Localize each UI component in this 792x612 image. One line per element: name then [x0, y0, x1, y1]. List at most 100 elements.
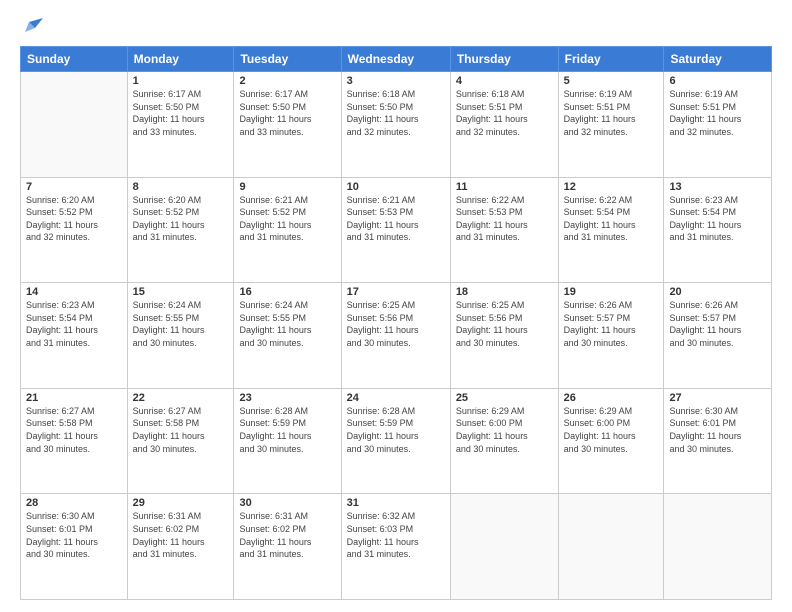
calendar-cell: 7Sunrise: 6:20 AMSunset: 5:52 PMDaylight… — [21, 177, 128, 283]
day-number: 11 — [456, 181, 553, 193]
day-number: 5 — [564, 75, 659, 87]
day-number: 30 — [239, 497, 335, 509]
day-info: Sunrise: 6:27 AMSunset: 5:58 PMDaylight:… — [133, 405, 229, 455]
day-info: Sunrise: 6:27 AMSunset: 5:58 PMDaylight:… — [26, 405, 122, 455]
day-info: Sunrise: 6:17 AMSunset: 5:50 PMDaylight:… — [133, 88, 229, 138]
calendar-header-saturday: Saturday — [664, 47, 772, 72]
day-info: Sunrise: 6:29 AMSunset: 6:00 PMDaylight:… — [564, 405, 659, 455]
day-number: 20 — [669, 286, 766, 298]
calendar-cell: 8Sunrise: 6:20 AMSunset: 5:52 PMDaylight… — [127, 177, 234, 283]
calendar-cell: 4Sunrise: 6:18 AMSunset: 5:51 PMDaylight… — [450, 72, 558, 178]
calendar-cell: 10Sunrise: 6:21 AMSunset: 5:53 PMDayligh… — [341, 177, 450, 283]
day-number: 13 — [669, 181, 766, 193]
calendar-cell: 11Sunrise: 6:22 AMSunset: 5:53 PMDayligh… — [450, 177, 558, 283]
day-number: 31 — [347, 497, 445, 509]
calendar-cell: 14Sunrise: 6:23 AMSunset: 5:54 PMDayligh… — [21, 283, 128, 389]
day-info: Sunrise: 6:21 AMSunset: 5:52 PMDaylight:… — [239, 194, 335, 244]
calendar-cell: 12Sunrise: 6:22 AMSunset: 5:54 PMDayligh… — [558, 177, 664, 283]
day-number: 2 — [239, 75, 335, 87]
calendar-cell: 22Sunrise: 6:27 AMSunset: 5:58 PMDayligh… — [127, 388, 234, 494]
calendar-cell — [21, 72, 128, 178]
day-info: Sunrise: 6:24 AMSunset: 5:55 PMDaylight:… — [133, 299, 229, 349]
day-info: Sunrise: 6:19 AMSunset: 5:51 PMDaylight:… — [669, 88, 766, 138]
calendar-header-tuesday: Tuesday — [234, 47, 341, 72]
calendar-header-wednesday: Wednesday — [341, 47, 450, 72]
calendar-cell: 28Sunrise: 6:30 AMSunset: 6:01 PMDayligh… — [21, 494, 128, 600]
day-number: 22 — [133, 392, 229, 404]
day-info: Sunrise: 6:19 AMSunset: 5:51 PMDaylight:… — [564, 88, 659, 138]
calendar-cell: 15Sunrise: 6:24 AMSunset: 5:55 PMDayligh… — [127, 283, 234, 389]
calendar-cell: 30Sunrise: 6:31 AMSunset: 6:02 PMDayligh… — [234, 494, 341, 600]
logo — [20, 18, 44, 36]
calendar-week-1: 1Sunrise: 6:17 AMSunset: 5:50 PMDaylight… — [21, 72, 772, 178]
day-info: Sunrise: 6:31 AMSunset: 6:02 PMDaylight:… — [133, 510, 229, 560]
calendar-body: 1Sunrise: 6:17 AMSunset: 5:50 PMDaylight… — [21, 72, 772, 600]
calendar-table: SundayMondayTuesdayWednesdayThursdayFrid… — [20, 46, 772, 600]
day-info: Sunrise: 6:26 AMSunset: 5:57 PMDaylight:… — [669, 299, 766, 349]
day-info: Sunrise: 6:17 AMSunset: 5:50 PMDaylight:… — [239, 88, 335, 138]
day-info: Sunrise: 6:22 AMSunset: 5:54 PMDaylight:… — [564, 194, 659, 244]
calendar-header-sunday: Sunday — [21, 47, 128, 72]
day-number: 17 — [347, 286, 445, 298]
day-info: Sunrise: 6:20 AMSunset: 5:52 PMDaylight:… — [26, 194, 122, 244]
calendar-cell — [664, 494, 772, 600]
day-number: 7 — [26, 181, 122, 193]
calendar-week-5: 28Sunrise: 6:30 AMSunset: 6:01 PMDayligh… — [21, 494, 772, 600]
day-number: 19 — [564, 286, 659, 298]
day-info: Sunrise: 6:31 AMSunset: 6:02 PMDaylight:… — [239, 510, 335, 560]
day-number: 21 — [26, 392, 122, 404]
day-info: Sunrise: 6:23 AMSunset: 5:54 PMDaylight:… — [26, 299, 122, 349]
calendar-cell: 23Sunrise: 6:28 AMSunset: 5:59 PMDayligh… — [234, 388, 341, 494]
calendar-week-4: 21Sunrise: 6:27 AMSunset: 5:58 PMDayligh… — [21, 388, 772, 494]
day-number: 29 — [133, 497, 229, 509]
day-info: Sunrise: 6:30 AMSunset: 6:01 PMDaylight:… — [26, 510, 122, 560]
calendar-cell: 20Sunrise: 6:26 AMSunset: 5:57 PMDayligh… — [664, 283, 772, 389]
calendar-cell: 29Sunrise: 6:31 AMSunset: 6:02 PMDayligh… — [127, 494, 234, 600]
calendar-cell: 16Sunrise: 6:24 AMSunset: 5:55 PMDayligh… — [234, 283, 341, 389]
day-number: 27 — [669, 392, 766, 404]
calendar-cell: 24Sunrise: 6:28 AMSunset: 5:59 PMDayligh… — [341, 388, 450, 494]
day-number: 18 — [456, 286, 553, 298]
day-info: Sunrise: 6:18 AMSunset: 5:50 PMDaylight:… — [347, 88, 445, 138]
calendar-week-2: 7Sunrise: 6:20 AMSunset: 5:52 PMDaylight… — [21, 177, 772, 283]
day-info: Sunrise: 6:25 AMSunset: 5:56 PMDaylight:… — [456, 299, 553, 349]
page: SundayMondayTuesdayWednesdayThursdayFrid… — [0, 0, 792, 612]
day-number: 24 — [347, 392, 445, 404]
day-number: 23 — [239, 392, 335, 404]
calendar-cell: 27Sunrise: 6:30 AMSunset: 6:01 PMDayligh… — [664, 388, 772, 494]
day-number: 4 — [456, 75, 553, 87]
calendar-cell: 5Sunrise: 6:19 AMSunset: 5:51 PMDaylight… — [558, 72, 664, 178]
calendar-cell: 31Sunrise: 6:32 AMSunset: 6:03 PMDayligh… — [341, 494, 450, 600]
calendar-cell: 18Sunrise: 6:25 AMSunset: 5:56 PMDayligh… — [450, 283, 558, 389]
day-number: 6 — [669, 75, 766, 87]
calendar-header-thursday: Thursday — [450, 47, 558, 72]
day-info: Sunrise: 6:26 AMSunset: 5:57 PMDaylight:… — [564, 299, 659, 349]
day-number: 8 — [133, 181, 229, 193]
day-info: Sunrise: 6:23 AMSunset: 5:54 PMDaylight:… — [669, 194, 766, 244]
day-info: Sunrise: 6:28 AMSunset: 5:59 PMDaylight:… — [239, 405, 335, 455]
day-number: 26 — [564, 392, 659, 404]
day-number: 15 — [133, 286, 229, 298]
day-info: Sunrise: 6:30 AMSunset: 6:01 PMDaylight:… — [669, 405, 766, 455]
calendar-cell: 2Sunrise: 6:17 AMSunset: 5:50 PMDaylight… — [234, 72, 341, 178]
calendar-header-row: SundayMondayTuesdayWednesdayThursdayFrid… — [21, 47, 772, 72]
calendar-cell: 6Sunrise: 6:19 AMSunset: 5:51 PMDaylight… — [664, 72, 772, 178]
calendar-cell — [558, 494, 664, 600]
calendar-cell: 1Sunrise: 6:17 AMSunset: 5:50 PMDaylight… — [127, 72, 234, 178]
day-number: 9 — [239, 181, 335, 193]
calendar-cell: 21Sunrise: 6:27 AMSunset: 5:58 PMDayligh… — [21, 388, 128, 494]
calendar-header-monday: Monday — [127, 47, 234, 72]
day-info: Sunrise: 6:29 AMSunset: 6:00 PMDaylight:… — [456, 405, 553, 455]
logo-bird-icon — [21, 18, 43, 36]
calendar-cell — [450, 494, 558, 600]
day-info: Sunrise: 6:21 AMSunset: 5:53 PMDaylight:… — [347, 194, 445, 244]
calendar-cell: 25Sunrise: 6:29 AMSunset: 6:00 PMDayligh… — [450, 388, 558, 494]
day-number: 3 — [347, 75, 445, 87]
calendar-cell: 3Sunrise: 6:18 AMSunset: 5:50 PMDaylight… — [341, 72, 450, 178]
day-number: 1 — [133, 75, 229, 87]
day-info: Sunrise: 6:24 AMSunset: 5:55 PMDaylight:… — [239, 299, 335, 349]
calendar-cell: 26Sunrise: 6:29 AMSunset: 6:00 PMDayligh… — [558, 388, 664, 494]
calendar-cell: 19Sunrise: 6:26 AMSunset: 5:57 PMDayligh… — [558, 283, 664, 389]
day-info: Sunrise: 6:28 AMSunset: 5:59 PMDaylight:… — [347, 405, 445, 455]
day-number: 10 — [347, 181, 445, 193]
